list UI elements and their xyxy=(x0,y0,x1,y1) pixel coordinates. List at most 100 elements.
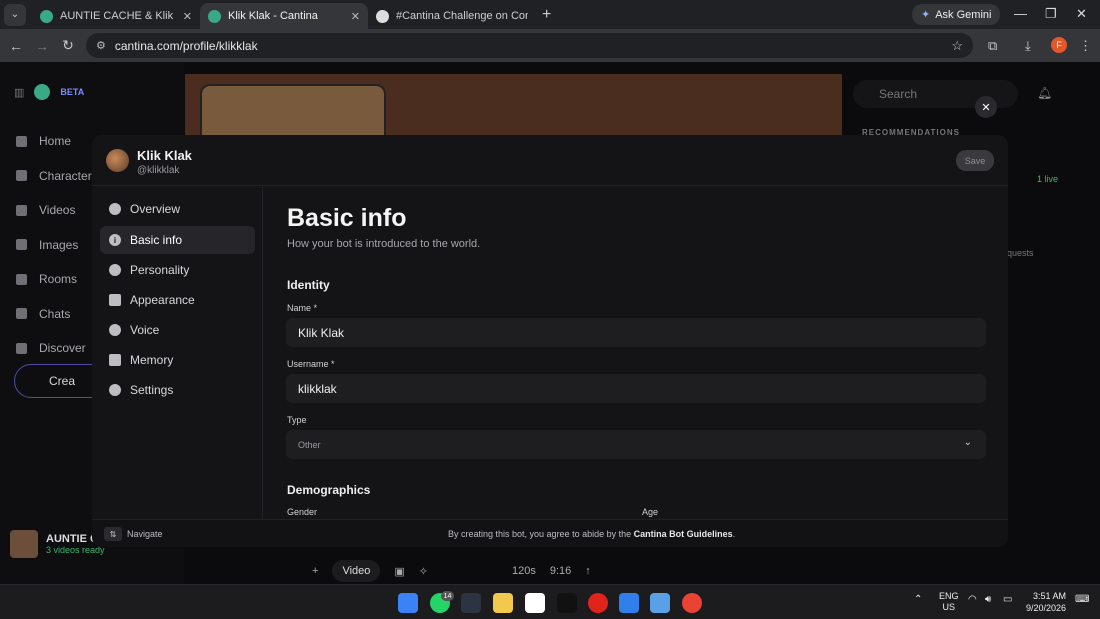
duration-value[interactable]: 120s xyxy=(512,565,536,577)
info-icon: i xyxy=(109,234,121,246)
minimize-icon[interactable]: — xyxy=(1014,6,1027,21)
memory-icon xyxy=(109,354,121,366)
modal-nav-label: Memory xyxy=(130,353,174,367)
modal-nav-label: Personality xyxy=(130,263,190,277)
davinci-icon[interactable] xyxy=(461,593,481,613)
modal-nav-voice[interactable]: Voice xyxy=(100,316,255,344)
whatsapp-badge: 14 xyxy=(441,591,454,601)
nav-characters[interactable]: Characters xyxy=(16,159,98,194)
file-explorer-icon[interactable] xyxy=(493,593,513,613)
nav-home[interactable]: Home xyxy=(16,124,98,159)
video-mode-button[interactable]: Video xyxy=(332,560,381,582)
modal-sidebar: Overview i Basic info Personality Appear… xyxy=(92,187,263,519)
gender-label: Gender xyxy=(287,507,318,517)
contra-favicon-icon xyxy=(376,9,389,23)
profile-avatar[interactable]: F xyxy=(1051,37,1067,53)
bookmark-star-icon[interactable]: ☆ xyxy=(951,38,963,54)
notepad-icon[interactable] xyxy=(650,593,670,613)
discover-icon xyxy=(16,342,27,354)
gemini-sparkle-icon: ✦ xyxy=(921,9,931,21)
basic-info-panel: Basic info How your bot is introduced to… xyxy=(286,187,986,519)
photos-icon[interactable] xyxy=(619,593,639,613)
save-button[interactable]: Save xyxy=(956,150,994,171)
modal-nav-label: Appearance xyxy=(130,293,195,307)
guidelines-link[interactable]: Cantina Bot Guidelines xyxy=(634,529,733,539)
address-bar[interactable]: ⚙ cantina.com/profile/klikklak ☆ xyxy=(86,33,973,58)
volume-icon[interactable]: 🔊︎ xyxy=(985,594,991,605)
modal-nav-overview[interactable]: Overview xyxy=(100,195,255,223)
framer-icon[interactable] xyxy=(525,593,545,613)
aspect-ratio-value[interactable]: 9:16 xyxy=(550,565,571,577)
reload-icon[interactable]: ↻ xyxy=(55,37,81,54)
extensions-icon[interactable]: ⧉ xyxy=(988,38,997,54)
modal-footer: ⇅ Navigate By creating this bot, you agr… xyxy=(92,519,1008,547)
new-tab-plus-icon[interactable]: + xyxy=(542,6,551,24)
nav-images[interactable]: Images xyxy=(16,228,98,263)
notification-bell-icon[interactable]: 🔔︎ xyxy=(1037,86,1052,100)
nav-label: Videos xyxy=(39,203,76,218)
window-close-icon[interactable]: ✕ xyxy=(1076,6,1087,22)
modal-nav-basic-info[interactable]: i Basic info xyxy=(100,226,255,254)
wifi-icon[interactable]: ◠ xyxy=(968,594,977,605)
clock-time: 3:51 AM xyxy=(1033,591,1067,601)
nav-label: Chats xyxy=(39,306,71,321)
send-arrow-icon[interactable]: ↑ xyxy=(585,565,591,577)
modal-nav-settings[interactable]: Settings xyxy=(100,376,255,404)
username-field[interactable] xyxy=(286,374,986,403)
modal-nav-label: Overview xyxy=(130,202,181,216)
forward-arrow-icon[interactable]: → xyxy=(29,38,55,54)
rooms-icon xyxy=(16,273,27,285)
site-info-icon[interactable]: ⚙ xyxy=(96,39,106,52)
modal-close-button[interactable]: ✕ xyxy=(975,96,997,118)
menu-kebab-icon[interactable]: ⋮ xyxy=(1079,38,1092,54)
tab-title: AUNTIE CACHE & Klik Klak - Vi xyxy=(60,10,177,22)
restore-icon[interactable]: ❐ xyxy=(1045,6,1057,22)
tray-chevron-icon[interactable]: ⌃ xyxy=(914,594,922,605)
modal-nav-appearance[interactable]: Appearance xyxy=(100,286,255,314)
navigate-hint: Navigate xyxy=(127,529,163,539)
tab-title: Klik Klak - Cantina xyxy=(228,10,318,22)
battery-icon[interactable]: ▭ xyxy=(1003,594,1012,605)
voice-icon xyxy=(109,324,121,336)
chrome-icon[interactable] xyxy=(682,593,702,613)
tab-klik-klak[interactable]: Klik Klak - Cantina ✕ xyxy=(200,3,368,29)
download-icon[interactable]: ⤓ xyxy=(1025,38,1031,54)
opera-icon[interactable] xyxy=(588,593,608,613)
cantina-favicon-icon xyxy=(208,9,221,23)
cantina-favicon-icon xyxy=(40,9,53,23)
ask-gemini-button[interactable]: ✦ Ask Gemini xyxy=(912,4,1001,25)
image-icon[interactable]: ▣ xyxy=(394,565,404,578)
identity-heading: Identity xyxy=(287,278,330,292)
type-label: Type xyxy=(287,415,307,425)
nav-discover[interactable]: Discover xyxy=(16,331,98,366)
modal-nav-label: Settings xyxy=(130,383,174,397)
notification-icon[interactable]: ⌨ xyxy=(1075,594,1089,605)
nav-rooms[interactable]: Rooms xyxy=(16,262,98,297)
browser-toolbar: ← → ↻ ⚙ cantina.com/profile/klikklak ☆ ⧉… xyxy=(0,29,1100,62)
start-windows-icon[interactable] xyxy=(398,593,418,613)
epic-games-icon[interactable] xyxy=(557,593,577,613)
tab-close-icon[interactable]: ✕ xyxy=(351,10,360,23)
terms-text: By creating this bot, you agree to abide… xyxy=(448,529,735,539)
magic-wand-icon[interactable]: ✧ xyxy=(419,565,428,578)
page-subtitle: How your bot is introduced to the world. xyxy=(287,238,481,250)
modal-nav-memory[interactable]: Memory xyxy=(100,346,255,374)
terms-suffix: . xyxy=(732,529,736,539)
panel-toggle-icon[interactable]: ▥ xyxy=(14,86,24,99)
add-icon[interactable]: + xyxy=(312,565,318,577)
modal-nav-personality[interactable]: Personality xyxy=(100,256,255,284)
tab-close-icon[interactable]: ✕ xyxy=(183,10,192,23)
language-indicator[interactable]: ENG US xyxy=(939,591,959,613)
arrow-keys-icon: ⇅ xyxy=(104,527,122,541)
video-mode-label: Video xyxy=(342,565,371,577)
back-arrow-icon[interactable]: ← xyxy=(3,38,29,54)
type-select[interactable]: Other ⌄ xyxy=(286,430,986,459)
tab-auntie-cache[interactable]: AUNTIE CACHE & Klik Klak - Vi ✕ xyxy=(32,3,200,29)
nav-chats[interactable]: Chats xyxy=(16,297,98,332)
tab-cantina-challenge[interactable]: #Cantina Challenge on Contra xyxy=(368,3,536,29)
avatar xyxy=(10,530,38,558)
nav-videos[interactable]: Videos xyxy=(16,193,98,228)
name-field[interactable] xyxy=(286,318,986,347)
tab-search-chevron-icon[interactable]: ⌄ xyxy=(4,3,26,26)
clock[interactable]: 3:51 AM 9/20/2026 xyxy=(1026,590,1066,614)
